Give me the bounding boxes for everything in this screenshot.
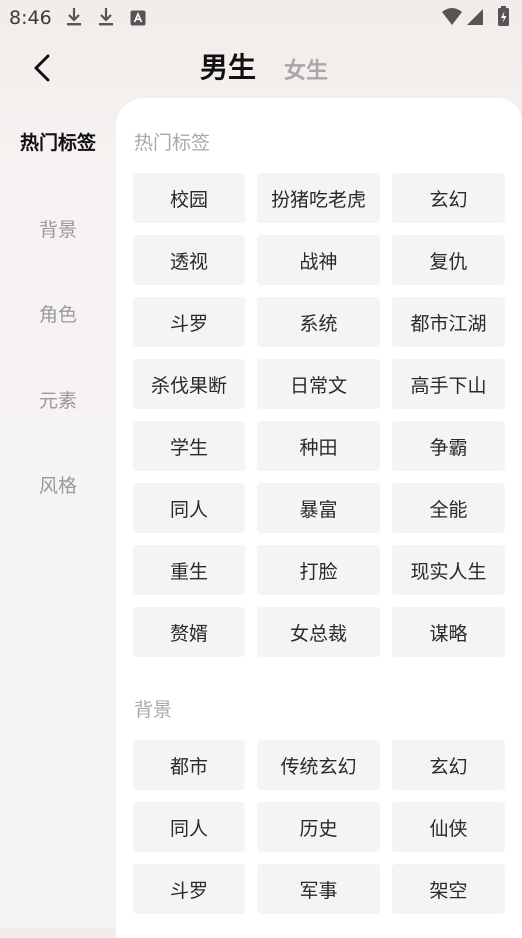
hot-tags-grid: 校园 扮猪吃老虎 玄幻 透视 战神 复仇 斗罗 系统 都市江湖 杀伐果断 日常文… <box>133 173 506 657</box>
chevron-left-icon <box>34 54 50 82</box>
section-title-background: 背景 <box>134 699 173 721</box>
download-icon <box>67 8 81 26</box>
tag-chip[interactable]: 同人 <box>133 802 245 852</box>
tag-chip[interactable]: 校园 <box>133 173 245 223</box>
tag-chip[interactable]: 打脸 <box>257 545 380 595</box>
tag-panel: 热门标签 校园 扮猪吃老虎 玄幻 透视 战神 复仇 斗罗 系统 都市江湖 杀伐果… <box>116 98 522 938</box>
tag-chip[interactable]: 种田 <box>257 421 380 471</box>
tag-chip[interactable]: 杀伐果断 <box>133 359 245 409</box>
section-title-hot-tags: 热门标签 <box>134 132 211 154</box>
signal-icon <box>467 9 483 25</box>
tag-chip[interactable]: 争霸 <box>392 421 505 471</box>
tag-chip[interactable]: 历史 <box>257 802 380 852</box>
status-time: 8:46 <box>9 7 52 29</box>
tag-chip[interactable]: 现实人生 <box>392 545 505 595</box>
sidebar-item-role[interactable]: 角色 <box>0 300 116 327</box>
status-bar: 8:46 <box>0 0 522 36</box>
back-button[interactable] <box>22 48 62 88</box>
tag-chip[interactable]: 系统 <box>257 297 380 347</box>
tag-chip[interactable]: 斗罗 <box>133 297 245 347</box>
tag-chip[interactable]: 都市 <box>133 740 245 790</box>
tag-chip[interactable]: 暴富 <box>257 483 380 533</box>
sidebar-item-style[interactable]: 风格 <box>0 471 116 498</box>
download-icon <box>99 8 113 26</box>
wifi-icon <box>442 8 462 25</box>
tag-chip[interactable]: 架空 <box>392 864 505 914</box>
tag-chip[interactable]: 谋略 <box>392 607 505 657</box>
tag-chip[interactable]: 学生 <box>133 421 245 471</box>
background-tags-grid: 都市 传统玄幻 玄幻 同人 历史 仙侠 斗罗 军事 架空 <box>133 740 506 914</box>
tag-chip[interactable]: 战神 <box>257 235 380 285</box>
tag-chip[interactable]: 都市江湖 <box>392 297 505 347</box>
tag-chip[interactable]: 斗罗 <box>133 864 245 914</box>
sidebar-item-hot-tags[interactable]: 热门标签 <box>0 128 116 155</box>
tag-chip[interactable]: 高手下山 <box>392 359 505 409</box>
top-nav: 男生 女生 <box>0 40 522 96</box>
tag-chip[interactable]: 重生 <box>133 545 245 595</box>
tag-chip[interactable]: 玄幻 <box>392 173 505 223</box>
tag-chip[interactable]: 复仇 <box>392 235 505 285</box>
tag-chip[interactable]: 女总裁 <box>257 607 380 657</box>
tag-chip[interactable]: 玄幻 <box>392 740 505 790</box>
tag-chip[interactable]: 全能 <box>392 483 505 533</box>
tag-chip[interactable]: 军事 <box>257 864 380 914</box>
tag-chip[interactable]: 日常文 <box>257 359 380 409</box>
system-status-icons <box>442 6 509 26</box>
tag-chip[interactable]: 扮猪吃老虎 <box>257 173 380 223</box>
status-right-icons <box>440 6 514 32</box>
tab-male[interactable]: 男生 <box>200 46 256 86</box>
tag-chip[interactable]: 赘婿 <box>133 607 245 657</box>
a-badge-icon <box>130 10 146 26</box>
sidebar-item-background[interactable]: 背景 <box>0 215 116 242</box>
sidebar-item-element[interactable]: 元素 <box>0 386 116 413</box>
tag-chip[interactable]: 透视 <box>133 235 245 285</box>
tag-chip[interactable]: 仙侠 <box>392 802 505 852</box>
tab-female[interactable]: 女生 <box>284 53 328 85</box>
tag-chip[interactable]: 同人 <box>133 483 245 533</box>
tag-chip[interactable]: 传统玄幻 <box>257 740 380 790</box>
